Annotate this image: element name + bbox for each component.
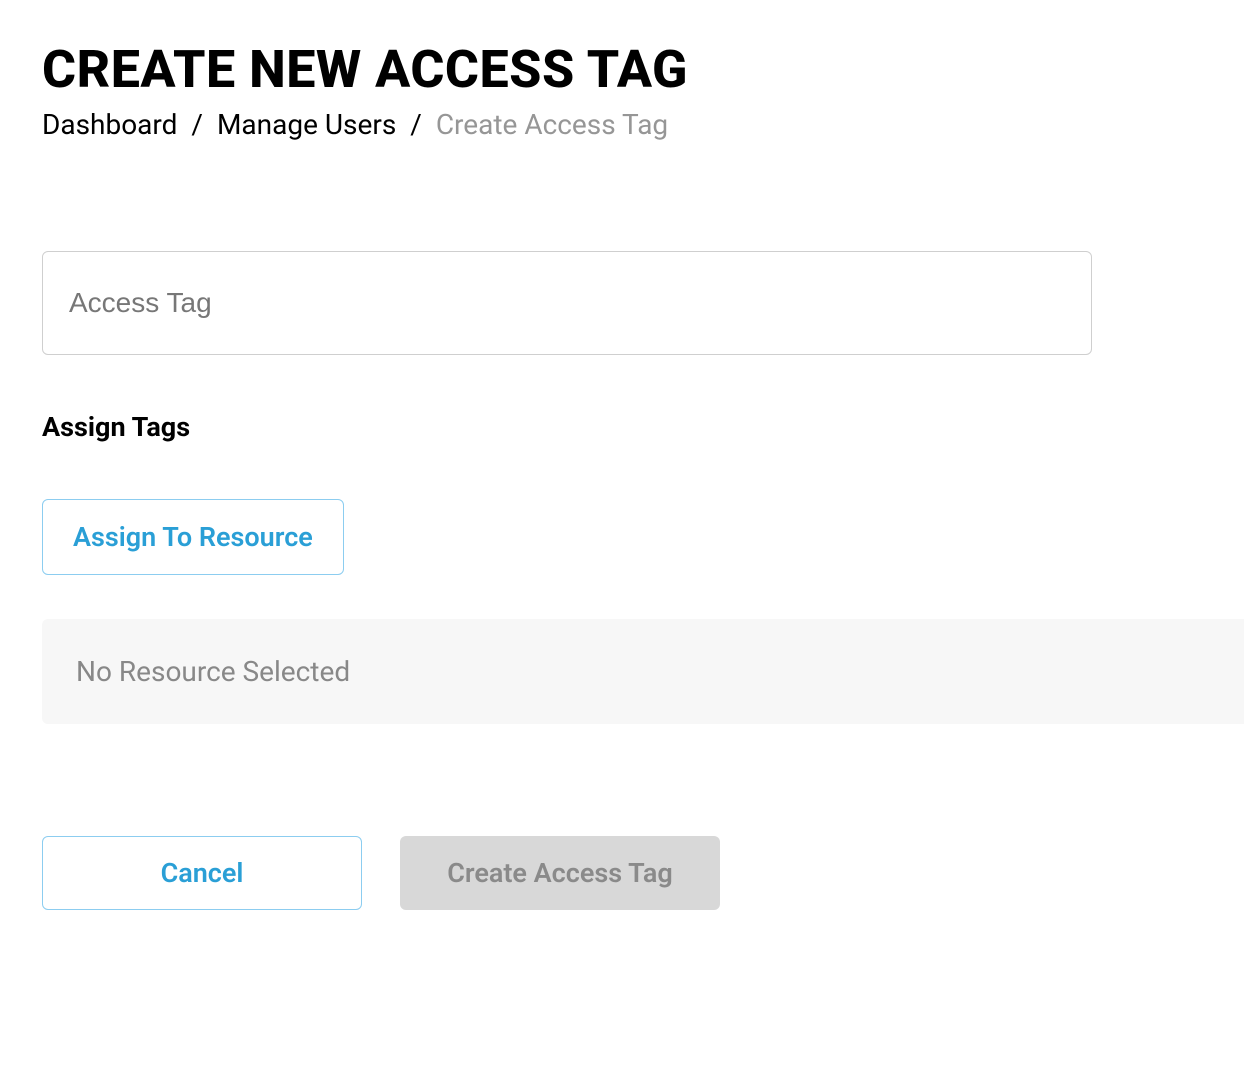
breadcrumb: Dashboard / Manage Users / Create Access… [42,108,1244,141]
assign-to-resource-button[interactable]: Assign To Resource [42,499,344,575]
breadcrumb-separator: / [191,108,203,141]
breadcrumb-item-dashboard[interactable]: Dashboard [42,108,177,141]
footer-actions: Cancel Create Access Tag [42,836,1244,910]
cancel-button[interactable]: Cancel [42,836,362,910]
page-title: CREATE NEW ACCESS TAG [42,40,1244,100]
create-access-tag-button[interactable]: Create Access Tag [400,836,720,910]
assign-tags-section-title: Assign Tags [42,411,1244,443]
resource-empty-state: No Resource Selected [42,619,1244,724]
breadcrumb-item-create-access-tag: Create Access Tag [436,108,668,141]
breadcrumb-separator: / [410,108,422,141]
access-tag-input[interactable] [42,251,1092,355]
breadcrumb-item-manage-users[interactable]: Manage Users [217,108,396,141]
